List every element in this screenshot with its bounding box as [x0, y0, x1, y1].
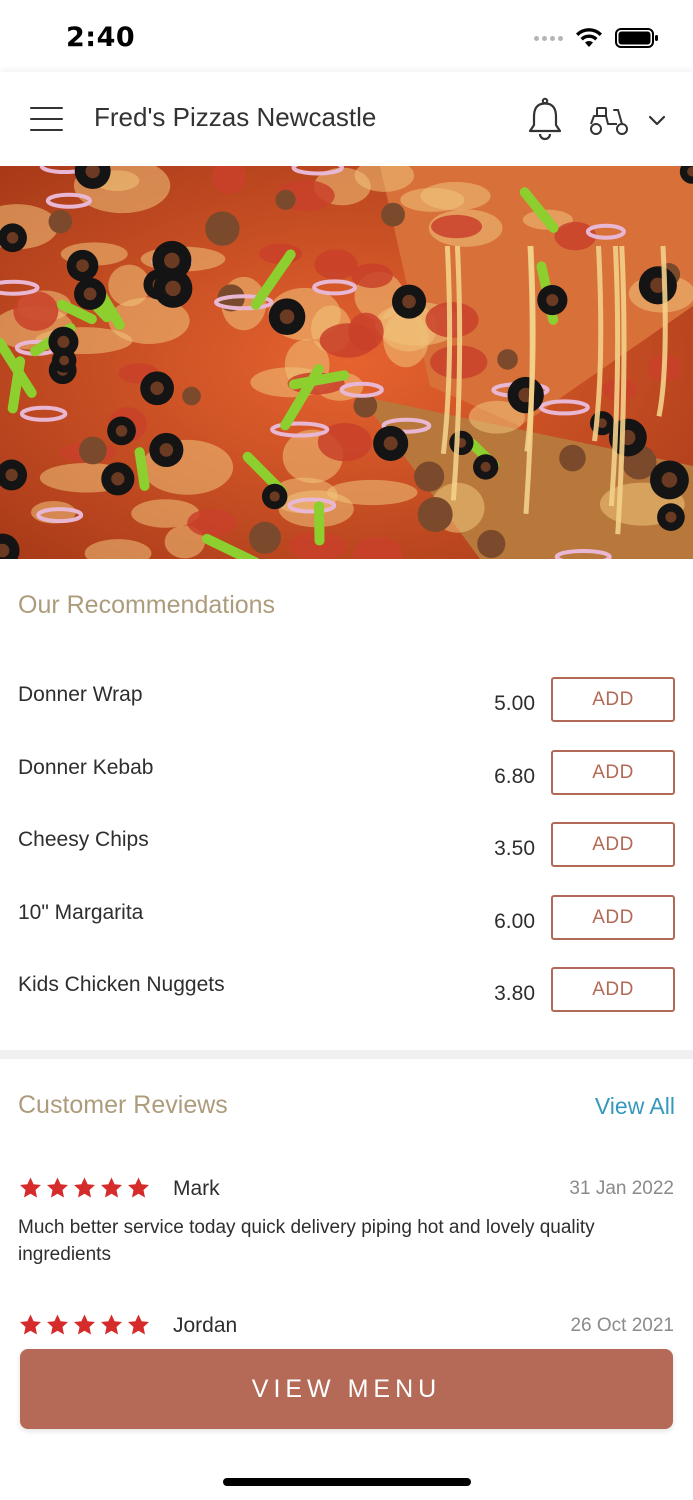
recommendations-title: Our Recommendations [18, 591, 276, 619]
star-icon [128, 1314, 149, 1335]
reviews-title: Customer Reviews [18, 1091, 228, 1119]
star-icon [47, 1314, 68, 1335]
list-item: 10" Margarita 6.00 ADD [0, 895, 693, 974]
status-icons [534, 24, 659, 52]
item-name: Donner Kebab [18, 756, 154, 779]
app-header: Fred's Pizzas Newcastle [0, 72, 693, 166]
status-time: 2:40 [66, 22, 136, 53]
add-button[interactable]: ADD [551, 822, 675, 867]
list-item: Donner Wrap 5.00 ADD [0, 677, 693, 756]
item-price: 6.00 [494, 910, 535, 933]
view-menu-button[interactable]: VIEW MENU [20, 1349, 673, 1429]
status-bar: 2:40 [0, 0, 693, 72]
add-button[interactable]: ADD [551, 750, 675, 795]
home-indicator [223, 1478, 471, 1486]
item-name: 10" Margarita [18, 901, 144, 924]
chevron-down-icon[interactable] [646, 110, 668, 130]
bell-icon[interactable] [526, 97, 564, 141]
item-name: Kids Chicken Nuggets [18, 973, 225, 996]
star-icon [47, 1177, 68, 1198]
section-divider [0, 1050, 693, 1059]
reviewer-name: Mark [173, 1177, 220, 1200]
star-icon [101, 1177, 122, 1198]
hamburger-menu-icon[interactable] [30, 107, 64, 131]
wifi-icon [576, 28, 602, 47]
add-button[interactable]: ADD [551, 895, 675, 940]
item-price: 3.80 [494, 982, 535, 1005]
star-icon [20, 1177, 41, 1198]
battery-icon [615, 28, 658, 48]
star-rating [18, 1313, 151, 1337]
add-button[interactable]: ADD [551, 967, 675, 1012]
star-icon [74, 1177, 95, 1198]
pizza-hero-image [0, 166, 693, 559]
list-item: Kids Chicken Nuggets 3.80 ADD [0, 967, 693, 1046]
item-name: Donner Wrap [18, 683, 143, 706]
add-button[interactable]: ADD [551, 677, 675, 722]
review-date: 31 Jan 2022 [569, 1178, 674, 1199]
star-icon [20, 1314, 41, 1335]
star-icon [74, 1314, 95, 1335]
review-text: Much better service today quick delivery… [18, 1217, 595, 1265]
review-item: Mark 31 Jan 2022 Much better service tod… [0, 1176, 693, 1276]
signal-icon [534, 35, 563, 41]
star-rating [18, 1176, 151, 1200]
page-title: Fred's Pizzas Newcastle [94, 102, 377, 132]
star-icon [128, 1177, 149, 1198]
item-price: 3.50 [494, 837, 535, 860]
list-item: Donner Kebab 6.80 ADD [0, 750, 693, 829]
item-name: Cheesy Chips [18, 828, 149, 851]
scooter-icon[interactable] [588, 102, 630, 138]
star-icon [101, 1314, 122, 1335]
list-item: Cheesy Chips 3.50 ADD [0, 822, 693, 901]
item-price: 6.80 [494, 765, 535, 788]
reviewer-name: Jordan [173, 1314, 238, 1337]
view-all-link[interactable]: View All [595, 1093, 675, 1120]
item-price: 5.00 [494, 692, 535, 715]
review-date: 26 Oct 2021 [570, 1315, 674, 1336]
